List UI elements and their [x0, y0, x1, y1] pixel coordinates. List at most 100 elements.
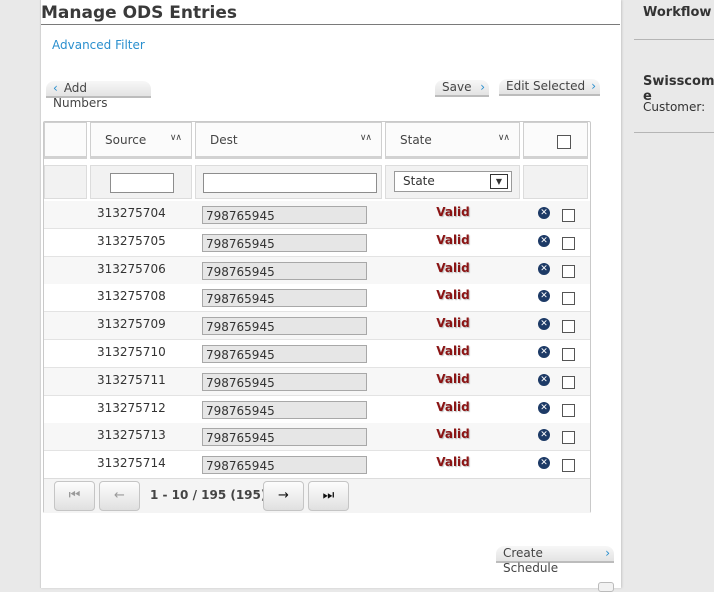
header-source-label: Source — [105, 133, 147, 147]
main-panel: Manage ODS Entries Advanced Filter ‹ Add … — [40, 0, 621, 588]
add-numbers-button[interactable]: ‹ Add Numbers — [46, 81, 151, 110]
arrow-right-icon: → — [278, 488, 289, 503]
dest-field[interactable]: 798765945 — [202, 233, 367, 252]
first-page-icon: ⏮ — [68, 488, 81, 503]
delete-circle-icon[interactable]: ✕ — [538, 457, 550, 470]
sort-icon[interactable]: ∨∧ — [498, 133, 510, 143]
source-cell: 313275710 — [97, 345, 166, 359]
select-all-checkbox[interactable] — [557, 135, 571, 149]
delete-circle-icon[interactable]: ✕ — [538, 373, 550, 386]
dest-field[interactable]: 798765945 — [202, 261, 367, 280]
arrow-left-icon: ← — [114, 488, 125, 503]
delete-circle-icon[interactable]: ✕ — [538, 234, 550, 247]
chevron-right-icon: › — [480, 80, 485, 94]
header-state[interactable]: State ∨∧ — [385, 122, 520, 159]
sort-icon[interactable]: ∨∧ — [360, 133, 372, 143]
header-state-label: State — [400, 133, 432, 147]
dropdown-arrow-icon[interactable]: ▼ — [490, 174, 508, 189]
previous-page-button[interactable]: ← — [99, 481, 140, 511]
table-row[interactable]: 313275704 798765945 Valid ✕ — [44, 201, 590, 229]
header-dest[interactable]: Dest ∨∧ — [195, 122, 382, 159]
state-cell: Valid — [436, 399, 470, 414]
row-checkbox[interactable] — [562, 320, 575, 334]
header-select-column — [44, 122, 87, 159]
create-schedule-label: Create Schedule — [503, 546, 559, 575]
table-row[interactable]: 313275708 798765945 Valid ✕ — [44, 284, 590, 313]
source-filter-input[interactable] — [110, 173, 174, 193]
delete-circle-icon[interactable]: ✕ — [538, 290, 550, 303]
table-row[interactable]: 313275712 798765945 Valid ✕ — [44, 395, 590, 424]
dest-field[interactable]: 798765945 — [202, 372, 367, 391]
last-page-button[interactable]: ⏭ — [308, 481, 349, 511]
save-label: Save — [442, 80, 472, 94]
filter-state-cell: State ▼ — [385, 165, 520, 199]
page-title: Manage ODS Entries — [41, 2, 620, 25]
row-checkbox[interactable] — [562, 375, 575, 389]
row-checkbox[interactable] — [562, 348, 575, 361]
sidebar-divider — [634, 132, 714, 133]
corner-handle[interactable] — [598, 582, 614, 592]
row-checkbox[interactable] — [562, 431, 575, 445]
edit-selected-button[interactable]: Edit Selected › — [499, 79, 600, 96]
source-cell: 313275711 — [97, 372, 166, 387]
dest-field[interactable]: 798765945 — [202, 428, 367, 447]
state-cell: Valid — [436, 288, 470, 303]
sidebar-divider — [634, 39, 714, 40]
create-schedule-button[interactable]: Create Schedule › — [496, 546, 614, 575]
sort-icon[interactable]: ∨∧ — [170, 133, 182, 143]
filter-source-cell — [90, 165, 192, 199]
source-cell: 313275708 — [97, 289, 166, 304]
delete-circle-icon[interactable]: ✕ — [538, 318, 550, 331]
state-cell: Valid — [436, 455, 470, 470]
filter-empty-cell — [523, 165, 588, 199]
table-row[interactable]: 313275710 798765945 Valid ✕ — [44, 340, 590, 368]
dest-field[interactable]: 798765945 — [202, 456, 367, 475]
table-row[interactable]: 313275713 798765945 Valid ✕ — [44, 423, 590, 452]
table-row[interactable]: 313275706 798765945 Valid ✕ — [44, 256, 590, 285]
delete-circle-icon[interactable]: ✕ — [538, 429, 550, 442]
dest-field[interactable]: 798765945 — [202, 289, 367, 308]
chevron-right-icon: › — [605, 546, 610, 560]
dest-field[interactable]: 798765945 — [202, 400, 367, 419]
row-checkbox[interactable] — [562, 236, 575, 250]
pager-info: 1 - 10 / 195 (195) — [150, 488, 267, 502]
last-page-icon: ⏭ — [322, 488, 335, 503]
row-checkbox[interactable] — [562, 403, 575, 417]
table-row[interactable]: 313275705 798765945 Valid ✕ — [44, 228, 590, 257]
workflow-title: Workflow — [643, 5, 712, 20]
dest-field[interactable]: 798765945 — [202, 206, 367, 224]
filter-dest-cell — [195, 165, 382, 199]
dest-field[interactable]: 798765945 — [202, 317, 367, 336]
table-row[interactable]: 313275714 798765945 Valid ✕ — [44, 451, 590, 480]
first-page-button[interactable]: ⏮ — [54, 481, 95, 511]
source-cell: 313275704 — [97, 206, 166, 220]
delete-circle-icon[interactable]: ✕ — [538, 207, 550, 219]
dest-filter-input[interactable] — [203, 173, 377, 193]
header-select-all — [523, 122, 588, 159]
table-row[interactable]: 313275709 798765945 Valid ✕ — [44, 312, 590, 341]
header-source[interactable]: Source ∨∧ — [90, 122, 192, 159]
source-cell: 313275713 — [97, 428, 166, 443]
delete-circle-icon[interactable]: ✕ — [538, 401, 550, 414]
state-filter-select[interactable]: State ▼ — [394, 171, 512, 192]
row-checkbox[interactable] — [562, 209, 575, 222]
state-cell: Valid — [436, 232, 470, 247]
source-cell: 313275709 — [97, 317, 166, 332]
delete-circle-icon[interactable]: ✕ — [538, 346, 550, 358]
source-cell: 313275714 — [97, 456, 166, 471]
row-checkbox[interactable] — [562, 459, 575, 473]
chevron-right-icon: › — [591, 79, 596, 93]
delete-circle-icon[interactable]: ✕ — [538, 262, 550, 275]
advanced-filter-link[interactable]: Advanced Filter — [52, 38, 145, 52]
source-cell: 313275706 — [97, 261, 166, 276]
row-checkbox[interactable] — [562, 292, 575, 306]
next-page-button[interactable]: → — [263, 481, 304, 511]
state-cell: Valid — [436, 344, 470, 358]
row-checkbox[interactable] — [562, 264, 575, 278]
save-button[interactable]: Save › — [435, 80, 489, 97]
header-dest-label: Dest — [210, 133, 238, 147]
state-cell: Valid — [436, 371, 470, 386]
dest-field[interactable]: 798765945 — [202, 345, 367, 363]
pager: ⏮ ← 1 - 10 / 195 (195) → ⏭ — [44, 478, 590, 513]
table-row[interactable]: 313275711 798765945 Valid ✕ — [44, 367, 590, 396]
